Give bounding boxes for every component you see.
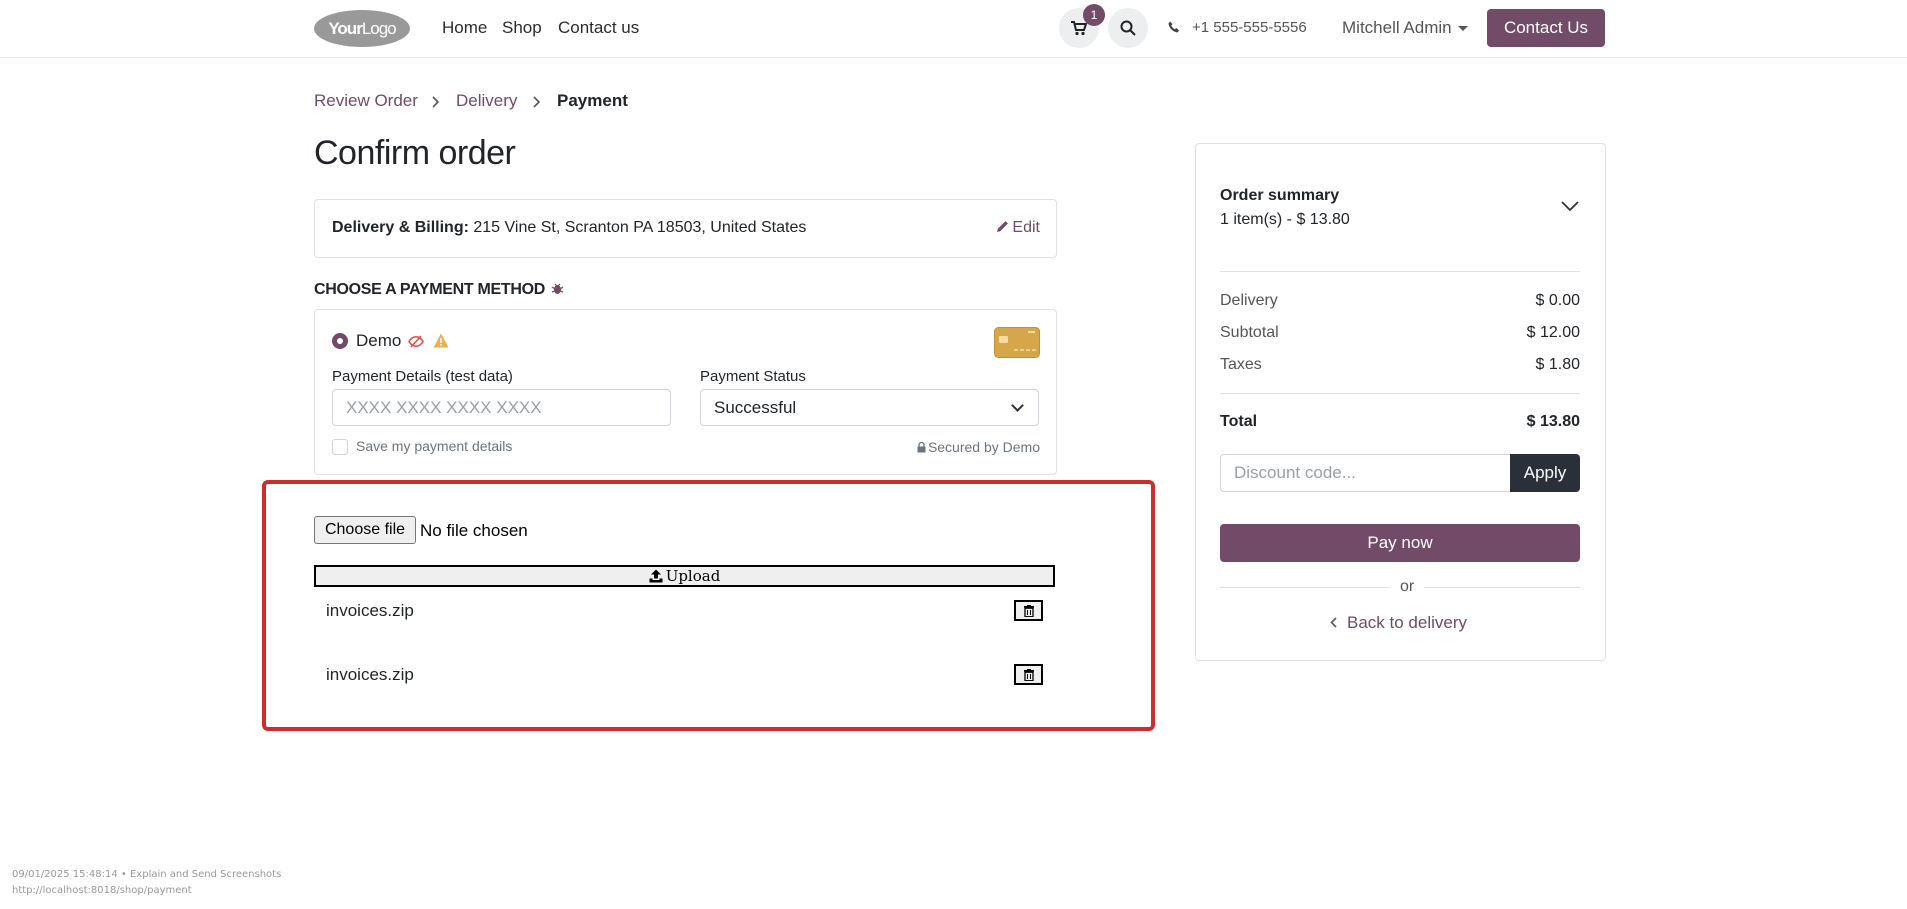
chevron-right-icon — [432, 96, 440, 108]
uploaded-file-name: invoices.zip — [326, 601, 414, 620]
payment-method-card[interactable]: Demo Payment Details (test data) XXXX XX… — [314, 309, 1057, 475]
trash-icon — [1023, 668, 1034, 681]
phone-icon — [1168, 21, 1179, 33]
payment-method-radio[interactable] — [332, 333, 348, 349]
back-to-delivery-label: Back to delivery — [1347, 613, 1467, 632]
subtotal-row: Subtotal $ 12.00 — [1220, 324, 1580, 342]
breadcrumb-review-order[interactable]: Review Order — [314, 91, 418, 111]
breadcrumb-payment: Payment — [557, 91, 628, 110]
subtotal-value: $ 12.00 — [1526, 324, 1580, 341]
search-button[interactable] — [1108, 8, 1148, 48]
save-details-checkbox[interactable] — [332, 439, 348, 455]
eye-slash-icon — [408, 335, 424, 348]
delete-file-button[interactable] — [1014, 600, 1043, 621]
breadcrumb-delivery[interactable]: Delivery — [456, 91, 517, 111]
back-to-delivery-link[interactable]: Back to delivery — [1330, 613, 1467, 633]
pay-now-button[interactable]: Pay now — [1220, 524, 1580, 562]
search-icon — [1120, 20, 1136, 36]
phone-number: +1 555-555-5556 — [1192, 19, 1307, 36]
credit-card-icon — [994, 327, 1040, 358]
warning-icon — [433, 333, 449, 348]
site-logo[interactable]: Your Logo — [314, 10, 410, 47]
discount-code-input[interactable]: Discount code... — [1220, 454, 1511, 492]
total-label: Total — [1220, 413, 1258, 430]
divider — [1220, 271, 1580, 272]
chevron-left-icon — [1330, 617, 1337, 628]
upload-icon — [649, 569, 663, 583]
trash-icon — [1023, 604, 1034, 617]
order-summary-title: Order summary — [1220, 187, 1340, 204]
logo-bold-text: Your — [328, 18, 362, 38]
uploaded-file-name: invoices.zip — [326, 665, 414, 684]
nav-contact-us[interactable]: Contact us — [558, 18, 639, 38]
bug-icon — [551, 283, 564, 294]
payment-status-value: Successful — [714, 397, 797, 417]
screenshot-url: http://localhost:8018/shop/payment — [12, 885, 192, 896]
apply-discount-button[interactable]: Apply — [1510, 454, 1580, 492]
edit-label: Edit — [1012, 219, 1040, 236]
taxes-label: Taxes — [1220, 356, 1262, 373]
user-menu[interactable]: Mitchell Admin — [1342, 18, 1468, 38]
pencil-icon — [997, 221, 1009, 232]
or-separator: or — [1390, 578, 1425, 596]
subtotal-label: Subtotal — [1220, 324, 1279, 341]
edit-address-link[interactable]: Edit — [996, 219, 1040, 237]
delivery-label: Delivery — [1220, 292, 1278, 309]
payment-status-label: Payment Status — [700, 368, 806, 385]
order-summary-items: 1 item(s) - $ 13.80 — [1220, 211, 1350, 228]
save-details-label: Save my payment details — [356, 438, 513, 454]
caret-down-icon — [1457, 26, 1468, 32]
divider — [1220, 393, 1580, 394]
upload-label: Upload — [665, 567, 721, 585]
lock-icon — [917, 441, 926, 453]
payment-details-label: Payment Details (test data) — [332, 368, 513, 385]
total-row: Total $ 13.80 — [1220, 413, 1580, 431]
delivery-value: $ 0.00 — [1535, 292, 1580, 309]
screenshot-timestamp: 09/01/2025 15:48:14 • Explain and Send S… — [12, 869, 282, 880]
payment-section-title: CHOOSE A PAYMENT METHOD — [314, 281, 564, 299]
user-name: Mitchell Admin — [1342, 18, 1452, 37]
choose-file-button[interactable]: Choose file — [314, 516, 416, 544]
taxes-row: Taxes $ 1.80 — [1220, 356, 1580, 374]
total-value: $ 13.80 — [1526, 413, 1580, 430]
nav-shop[interactable]: Shop — [502, 18, 542, 38]
file-status: No file chosen — [420, 521, 528, 540]
payment-method-name: Demo — [356, 331, 402, 350]
delete-file-button[interactable] — [1014, 664, 1043, 685]
address-label: Delivery & Billing: — [332, 219, 469, 236]
phone-link[interactable]: +1 555-555-5556 — [1168, 19, 1307, 36]
nav-home[interactable]: Home — [442, 18, 487, 38]
navbar: Your Logo Home Shop Contact us 1 +1 555-5… — [0, 0, 1907, 58]
secured-by: Secured by Demo — [917, 439, 1040, 455]
page-title: Confirm order — [314, 134, 516, 172]
chevron-down-icon — [1011, 399, 1024, 412]
payment-section-label: CHOOSE A PAYMENT METHOD — [314, 281, 546, 298]
address-card: Delivery & Billing: 215 Vine St, Scranto… — [314, 199, 1057, 258]
contact-us-button[interactable]: Contact Us — [1487, 9, 1605, 47]
payment-status-select[interactable]: Successful — [700, 389, 1039, 426]
address-text: Delivery & Billing: 215 Vine St, Scranto… — [332, 219, 806, 237]
chevron-right-icon — [533, 96, 541, 108]
chevron-down-icon[interactable] — [1561, 201, 1579, 212]
cart-button[interactable]: 1 — [1059, 4, 1105, 48]
logo-light-text: Logo — [361, 18, 397, 38]
taxes-value: $ 1.80 — [1535, 356, 1580, 373]
card-number-input[interactable]: XXXX XXXX XXXX XXXX — [332, 389, 671, 426]
address-value: 215 Vine St, Scranton PA 18503, United S… — [473, 219, 807, 236]
cart-count-badge: 1 — [1083, 4, 1105, 26]
secured-by-text: Secured by Demo — [927, 439, 1040, 455]
cart-icon — [1071, 20, 1087, 35]
upload-button[interactable]: Upload — [314, 565, 1055, 587]
delivery-row: Delivery $ 0.00 — [1220, 292, 1580, 310]
